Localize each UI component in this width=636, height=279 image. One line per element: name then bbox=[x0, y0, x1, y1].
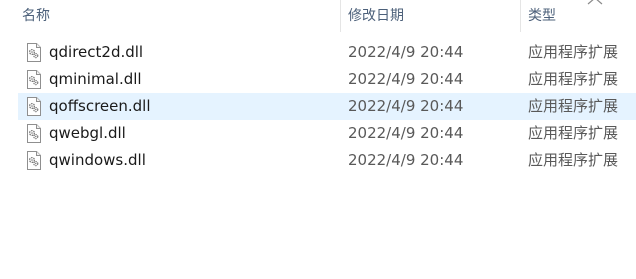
file-type: 应用程序扩展 bbox=[528, 124, 619, 142]
dll-file-icon bbox=[26, 43, 42, 62]
file-name: qwindows.dll bbox=[49, 151, 146, 169]
column-separator[interactable] bbox=[520, 0, 521, 32]
chevron-up-icon bbox=[584, 0, 606, 6]
dll-file-icon bbox=[26, 70, 42, 89]
file-row[interactable]: qdirect2d.dll 2022/4/9 20:44 应用程序扩展 bbox=[18, 39, 636, 66]
column-separator[interactable] bbox=[340, 0, 341, 32]
file-date: 2022/4/9 20:44 bbox=[348, 124, 464, 142]
file-type: 应用程序扩展 bbox=[528, 70, 619, 88]
file-row[interactable]: qoffscreen.dll 2022/4/9 20:44 应用程序扩展 bbox=[18, 93, 636, 120]
file-row[interactable]: qwindows.dll 2022/4/9 20:44 应用程序扩展 bbox=[18, 147, 636, 174]
column-header-bar: 名称 修改日期 类型 bbox=[0, 0, 636, 32]
dll-file-icon bbox=[26, 97, 42, 116]
file-name: qdirect2d.dll bbox=[49, 43, 144, 61]
file-row[interactable]: qwebgl.dll 2022/4/9 20:44 应用程序扩展 bbox=[18, 120, 636, 147]
file-type: 应用程序扩展 bbox=[528, 151, 619, 169]
file-type: 应用程序扩展 bbox=[528, 97, 619, 115]
dll-file-icon bbox=[26, 124, 42, 143]
file-row[interactable]: qminimal.dll 2022/4/9 20:44 应用程序扩展 bbox=[18, 66, 636, 93]
dll-file-icon bbox=[26, 151, 42, 170]
column-header-date[interactable]: 修改日期 bbox=[348, 0, 518, 32]
column-header-type[interactable]: 类型 bbox=[528, 0, 636, 32]
file-type: 应用程序扩展 bbox=[528, 43, 619, 61]
file-date: 2022/4/9 20:44 bbox=[348, 151, 464, 169]
file-name: qwebgl.dll bbox=[49, 124, 126, 142]
file-name: qoffscreen.dll bbox=[49, 97, 151, 115]
column-header-name[interactable]: 名称 bbox=[22, 0, 340, 32]
file-date: 2022/4/9 20:44 bbox=[348, 97, 464, 115]
file-date: 2022/4/9 20:44 bbox=[348, 43, 464, 61]
file-date: 2022/4/9 20:44 bbox=[348, 70, 464, 88]
file-name: qminimal.dll bbox=[49, 70, 142, 88]
file-list-pane: 名称 修改日期 类型 qdirect2d.dll 2022/4/9 20:44 … bbox=[0, 0, 636, 279]
